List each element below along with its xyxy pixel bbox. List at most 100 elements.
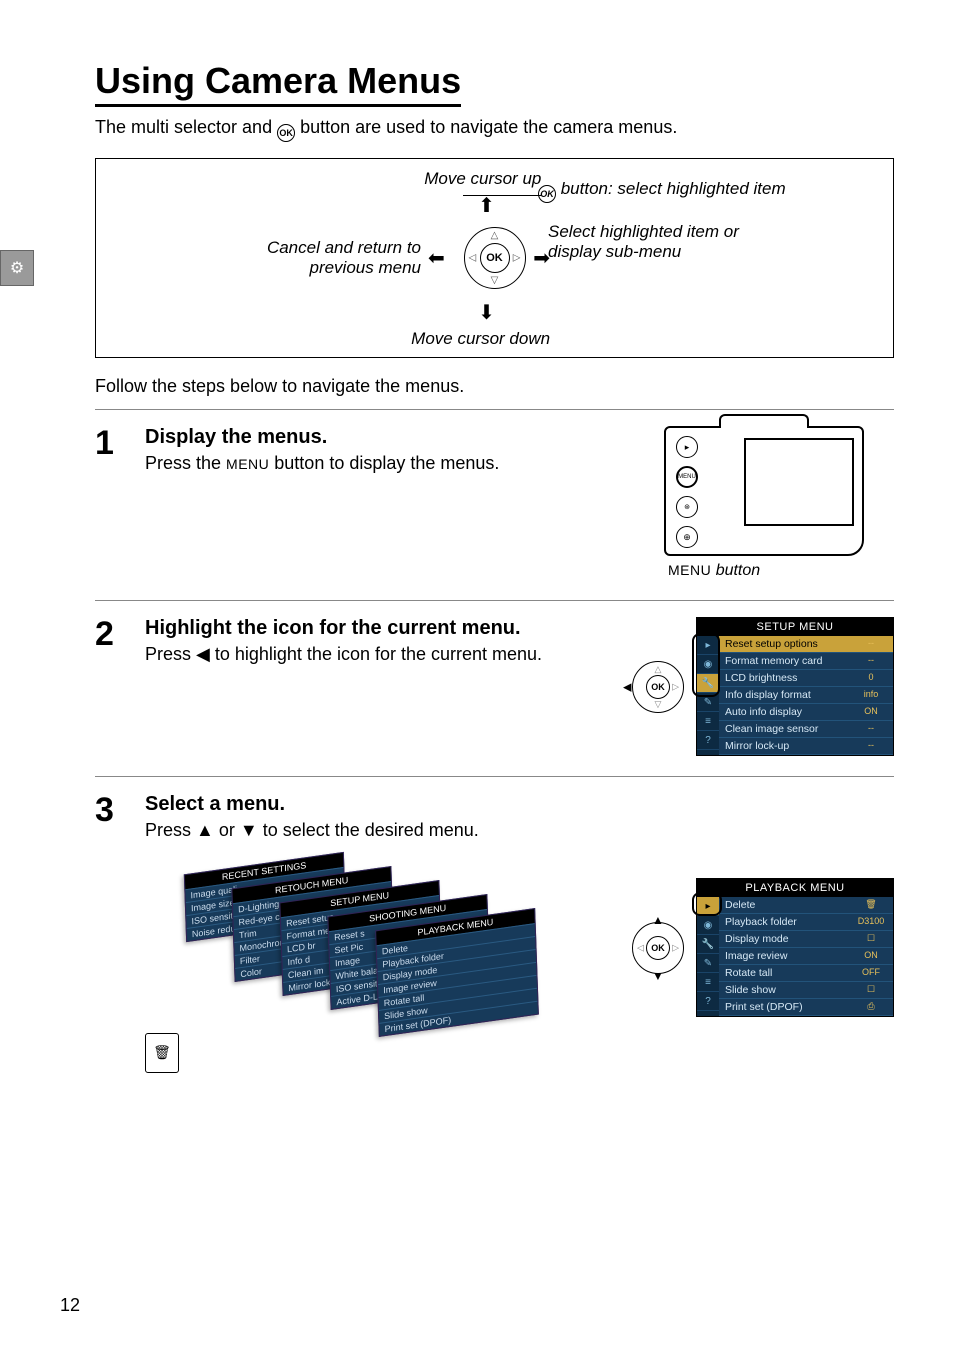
- ok-icon: OK: [646, 675, 670, 699]
- pad-left-active-icon: ◀: [623, 680, 631, 693]
- step-text-mid: or: [214, 820, 240, 840]
- ok-icon: OK: [646, 936, 670, 960]
- follow-text: Follow the steps below to navigate the m…: [95, 376, 894, 397]
- menu-row-value: --: [855, 740, 887, 752]
- diagram-label-left: Cancel and return to previous menu: [221, 238, 421, 278]
- caption-post: button: [716, 562, 760, 579]
- menu-row: Reset setup options --: [719, 636, 893, 653]
- step-3: 3 Select a menu. Press ▲ or ▼ to select …: [95, 776, 894, 1122]
- step-number: 2: [95, 617, 127, 756]
- ok-icon: OK: [277, 124, 295, 142]
- lcd-setup-menu: SETUP MENU ▸ ◉ 🔧 ✎ ≡ ? Reset setup optio…: [696, 617, 894, 756]
- lcd-tab-help-icon: ?: [697, 731, 719, 750]
- tab-highlight-box: [692, 633, 720, 697]
- menu-row-value: --: [855, 638, 887, 650]
- menu-row-label: Reset setup options: [725, 638, 818, 650]
- menu-row-label: Mirror lock-up: [725, 740, 789, 752]
- page-title: Using Camera Menus: [95, 60, 461, 107]
- menu-row-label: Image review: [725, 950, 787, 962]
- lcd-tab-retouch-icon: ✎: [697, 954, 719, 973]
- selector-pad-icon: △ ▽ ◀ ▷ OK: [632, 661, 684, 713]
- step-text-pre: Press: [145, 644, 196, 664]
- side-tab-icon: ⚙: [0, 250, 34, 286]
- pad-up-active-icon: ▲: [652, 913, 664, 927]
- intro-post: button are used to navigate the camera m…: [295, 117, 677, 137]
- pad-right-icon: ▷: [672, 681, 679, 692]
- menu-row: Display mode ☐: [719, 931, 893, 948]
- camera-outline: ▸ MENU ⊛ ⊕: [664, 426, 864, 556]
- menu-row-value: ☐: [855, 984, 887, 996]
- menu-row: Image review ON: [719, 948, 893, 965]
- left-triangle-icon: ◀: [196, 644, 210, 664]
- menu-row-label: Clean image sensor: [725, 723, 818, 735]
- menu-row: Slide show☐: [719, 982, 893, 999]
- menu-row-value: --: [855, 723, 887, 735]
- menu-row-label: Print set (DPOF): [725, 1001, 803, 1013]
- lcd-title: SETUP MENU: [697, 618, 893, 636]
- lcd-tab-setup-icon: 🔧: [697, 935, 719, 954]
- menu-stack-figure: 🗑 RECENT SETTINGSImage qualiImage sizeIS…: [185, 863, 565, 1103]
- lcd-playback-menu: PLAYBACK MENU ▸ ◉ 🔧 ✎ ≡ ? Delete🗑Playbac…: [696, 878, 894, 1017]
- menu-row-value: ⎙: [855, 1001, 887, 1013]
- camera-figure: ▸ MENU ⊛ ⊕ MENU button: [664, 426, 894, 580]
- menu-row-value: ☐: [855, 933, 887, 945]
- menu-row-value: 🗑: [855, 899, 887, 911]
- lcd-tab-help-icon: ?: [697, 992, 719, 1011]
- menu-row-value: ON: [855, 950, 887, 962]
- zoom-icon: ⊕: [676, 526, 698, 548]
- up-triangle-icon: ▲: [196, 820, 214, 840]
- diagram-label-up: Move cursor up: [424, 169, 541, 189]
- pad-down-active-icon: ▼: [652, 969, 664, 983]
- caption-menu: MENU: [668, 562, 711, 578]
- menu-row: Playback folder D3100: [719, 914, 893, 931]
- diagram-label-down: Move cursor down: [411, 329, 550, 349]
- menu-row-label: Playback folder: [725, 916, 797, 928]
- menu-row: Print set (DPOF) ⎙: [719, 999, 893, 1016]
- menu-row-label: Delete: [725, 899, 755, 911]
- pad-left-icon: ◁: [637, 942, 644, 953]
- step-title: Highlight the icon for the current menu.: [145, 617, 614, 640]
- lcd-tab-recent-icon: ≡: [697, 712, 719, 731]
- menu-row-value: info: [855, 689, 887, 701]
- lcd-tab-recent-icon: ≡: [697, 973, 719, 992]
- lcd-rows: Delete 🗑 Playback folder D3100 Display mode ☐…: [719, 897, 893, 1016]
- ok-pointer-line: [463, 195, 541, 196]
- selector-pad-icon: ▲ ▼ ◁ ▷ OK: [632, 922, 684, 974]
- step-1: 1 Display the menus. Press the MENU butt…: [95, 409, 894, 600]
- menu-row-value: --: [855, 655, 887, 667]
- step-text-post: to highlight the icon for the current me…: [210, 644, 542, 664]
- step-text: Press ◀ to highlight the icon for the cu…: [145, 642, 614, 666]
- menu-row: Info display formatinfo: [719, 687, 893, 704]
- tab-highlight-box: [692, 892, 722, 916]
- menu-row-value: OFF: [855, 967, 887, 979]
- menu-row-label: Rotate tall: [725, 967, 772, 979]
- selector-diagram: Move cursor up ⬆ Cancel and return to pr…: [95, 158, 894, 358]
- menu-row-label: Display mode: [725, 933, 789, 945]
- step-number: 1: [95, 426, 127, 580]
- step-text-post: to select the desired menu.: [258, 820, 479, 840]
- menu-row: Mirror lock-up --: [719, 738, 893, 755]
- lcd-rows: Reset setup options -- Format memory card -…: [719, 636, 893, 755]
- menu-row-label: Auto info display: [725, 706, 802, 718]
- ok-button-icon: OK: [480, 243, 510, 273]
- lcd-tab-shoot-icon: ◉: [697, 916, 719, 935]
- step-2: 2 Highlight the icon for the current men…: [95, 600, 894, 776]
- pad-left-icon: ◁: [469, 253, 477, 264]
- menu-row: Auto info displayON: [719, 704, 893, 721]
- camera-lcd: [744, 438, 854, 526]
- diagram-label-ok: OK button: select highlighted item: [538, 179, 818, 203]
- arrow-up-icon: ⬆: [478, 193, 495, 218]
- menu-word: MENU: [226, 456, 269, 472]
- step-text-pre: Press: [145, 820, 196, 840]
- menu-row: Format memory card --: [719, 653, 893, 670]
- intro-pre: The multi selector and: [95, 117, 277, 137]
- play-button-icon: ▸: [676, 436, 698, 458]
- menu-row-value: D3100: [855, 916, 887, 928]
- pad-down-icon: ▽: [491, 275, 499, 286]
- ok-icon: OK: [538, 185, 556, 203]
- step-text-pre: Press the: [145, 453, 226, 473]
- diagram-label-right: Select highlighted item or display sub-m…: [548, 222, 763, 262]
- pad-up-icon: △: [491, 230, 499, 241]
- pad-right-icon: ▷: [672, 942, 679, 953]
- menu-row-label: Format memory card: [725, 655, 822, 667]
